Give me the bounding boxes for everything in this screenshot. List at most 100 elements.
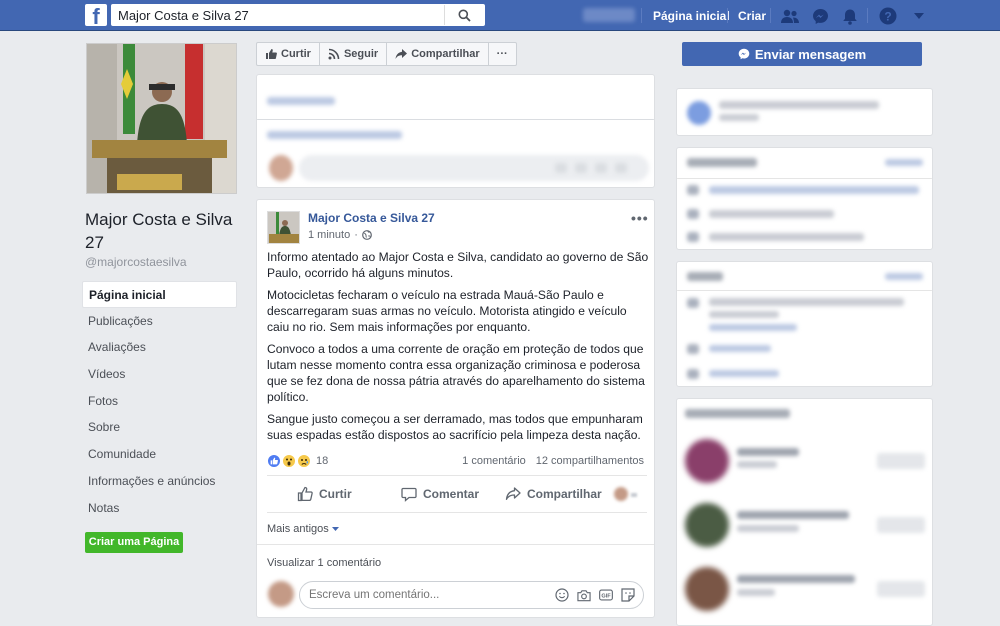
help-icon[interactable]: ?	[878, 6, 898, 26]
camera-icon[interactable]	[577, 588, 591, 602]
bell-icon[interactable]	[840, 6, 860, 26]
commenter-avatar[interactable]	[268, 581, 294, 607]
reaction-count: 18	[316, 455, 329, 467]
post-share-button[interactable]: Compartilhar	[505, 486, 602, 502]
nav-item-reviews[interactable]: Avaliações	[82, 334, 237, 361]
rss-icon	[328, 48, 340, 60]
search-bar	[111, 4, 485, 26]
wow-reaction-icon	[282, 454, 296, 468]
more-options-label: ···	[496, 48, 508, 60]
nav-item-photos[interactable]: Fotos	[82, 388, 237, 415]
post-timestamp[interactable]: 1 minuto ·	[308, 229, 372, 241]
svg-text:GIF: GIF	[601, 594, 611, 600]
reaction-as-avatar[interactable]	[614, 487, 628, 501]
globe-icon	[361, 230, 372, 240]
post-comment-label: Comentar	[423, 487, 480, 501]
reactions-summary[interactable]: 18	[267, 454, 328, 468]
home-link[interactable]: Página inicial	[653, 9, 730, 23]
messenger-icon[interactable]	[810, 6, 830, 26]
divider	[727, 8, 728, 23]
nav-item-notes[interactable]: Notas	[82, 495, 237, 522]
view-comments-link[interactable]: Visualizar 1 comentário	[267, 557, 381, 569]
sad-reaction-icon	[297, 454, 311, 468]
page-likes-card-blurred	[676, 88, 933, 136]
shares-count-link[interactable]: 12 compartilhamentos	[536, 455, 644, 467]
sort-comments-dropdown[interactable]: Mais antigos	[267, 523, 339, 535]
previous-post-blurred	[256, 74, 655, 188]
page-action-bar: Curtir Seguir Compartilhar ···	[256, 42, 517, 66]
create-link[interactable]: Criar	[738, 9, 766, 23]
profile-shortcut-blurred[interactable]	[583, 8, 635, 22]
divider	[867, 8, 868, 23]
comment-icon	[401, 487, 417, 502]
sticker-icon[interactable]	[621, 588, 635, 602]
post-author-name[interactable]: Major Costa e Silva 27	[308, 211, 435, 225]
nav-item-home[interactable]: Página inicial	[82, 281, 237, 308]
follow-label: Seguir	[343, 48, 379, 60]
post-paragraph: Convoco a todos a uma corrente de oração…	[267, 342, 645, 404]
related-page-row[interactable]	[685, 567, 925, 613]
caret-down-icon	[331, 527, 339, 531]
post-like-label: Curtir	[319, 487, 352, 501]
svg-text:?: ?	[884, 10, 891, 24]
page-title[interactable]: Major Costa e Silva 27	[85, 208, 245, 254]
more-options-button[interactable]: ···	[489, 43, 516, 65]
follow-button[interactable]: Seguir	[320, 43, 388, 65]
like-page-button[interactable]: Curtir	[257, 43, 320, 65]
facebook-logo-icon[interactable]: f	[85, 4, 107, 26]
comment-input[interactable]	[309, 582, 539, 608]
profile-picture[interactable]	[86, 43, 237, 194]
post-options-button[interactable]: •••	[631, 210, 649, 226]
post-time-label: 1 minuto	[308, 229, 351, 241]
comments-count-link[interactable]: 1 comentário	[462, 455, 526, 467]
search-icon	[458, 9, 471, 22]
post-text: Informo atentado ao Major Costa e Silva,…	[267, 249, 649, 449]
search-button[interactable]	[444, 5, 484, 25]
nav-item-videos[interactable]: Vídeos	[82, 361, 237, 388]
engagement-counts: 1 comentário 12 compartilhamentos	[462, 455, 644, 467]
nav-item-community[interactable]: Comunidade	[82, 441, 237, 468]
share-icon	[395, 49, 408, 59]
post-card: Major Costa e Silva 27 1 minuto · ••• In…	[256, 199, 655, 618]
nav-item-about[interactable]: Sobre	[82, 414, 237, 441]
messenger-icon	[738, 48, 750, 60]
like-reaction-icon	[267, 454, 281, 468]
create-page-button[interactable]: Criar uma Página	[85, 532, 183, 553]
about-card-blurred	[676, 261, 933, 387]
comment-composer: GIF	[299, 581, 644, 609]
emoji-icon[interactable]	[555, 588, 569, 602]
gif-icon[interactable]: GIF	[599, 588, 613, 602]
caret-down-icon[interactable]	[909, 6, 929, 26]
like-icon	[297, 486, 313, 502]
post-like-button[interactable]: Curtir	[297, 486, 352, 502]
sort-comments-label: Mais antigos	[267, 523, 329, 535]
send-message-button[interactable]: Enviar mensagem	[682, 42, 922, 66]
page-handle[interactable]: @majorcostaesilva	[85, 255, 187, 269]
top-navigation-bar: f Página inicial Criar ?	[0, 0, 1000, 31]
comment-tools: GIF	[555, 588, 635, 602]
divider	[641, 8, 642, 23]
page-navigation: Página inicial Publicações Avaliações Ví…	[82, 281, 237, 521]
share-page-button[interactable]: Compartilhar	[387, 43, 489, 65]
friends-icon[interactable]	[780, 6, 800, 26]
post-paragraph: Informo atentado ao Major Costa e Silva,…	[267, 250, 649, 280]
share-page-label: Compartilhar	[411, 48, 480, 60]
like-icon	[266, 49, 277, 59]
post-paragraph: Motocicletas fecharam o veículo na estra…	[267, 288, 627, 334]
post-paragraph: Sangue justo começou a ser derramado, ma…	[267, 412, 643, 442]
nav-item-info-ads[interactable]: Informações e anúncios	[82, 468, 237, 495]
related-page-row[interactable]	[685, 439, 925, 485]
caret-down-icon[interactable]	[631, 493, 637, 497]
community-card-blurred	[676, 147, 933, 250]
nav-item-posts[interactable]: Publicações	[82, 308, 237, 335]
related-pages-card-blurred	[676, 398, 933, 626]
share-icon	[505, 487, 521, 500]
author-avatar[interactable]	[267, 211, 300, 244]
divider	[770, 8, 771, 23]
related-page-row[interactable]	[685, 503, 925, 549]
post-actions-bar: Curtir Comentar Compartilhar	[267, 475, 647, 513]
search-input[interactable]	[112, 5, 442, 25]
send-message-label: Enviar mensagem	[754, 46, 867, 62]
post-share-label: Compartilhar	[527, 487, 602, 501]
post-comment-button[interactable]: Comentar	[401, 486, 479, 502]
